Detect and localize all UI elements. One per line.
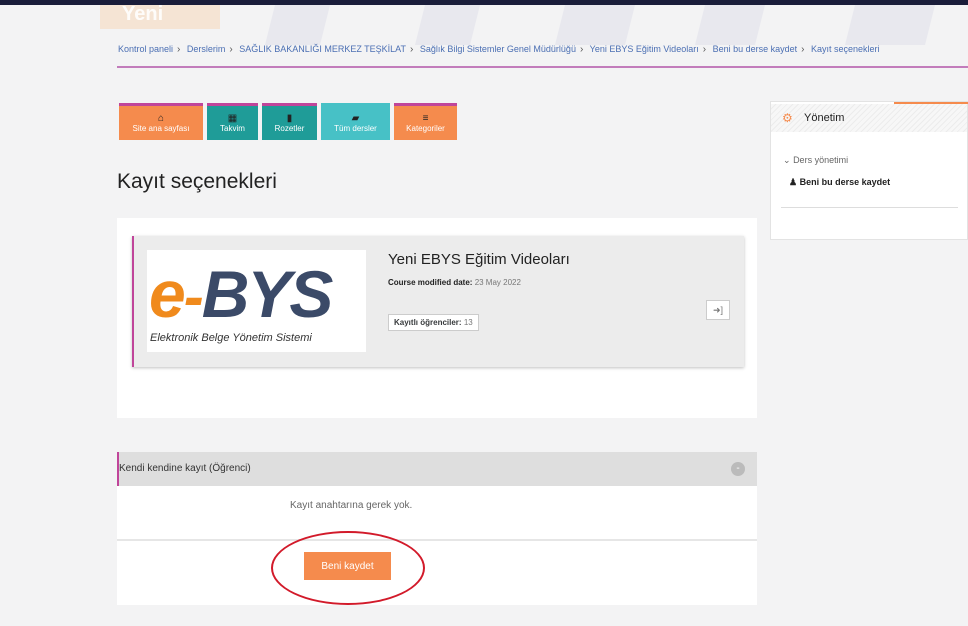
breadcrumb-separator-icon: › bbox=[410, 44, 414, 55]
breadcrumb-item[interactable]: Derslerim bbox=[187, 44, 226, 54]
breadcrumb: Kontrol paneli › Derslerim › SAĞLIK BAKANL… bbox=[118, 44, 880, 55]
breadcrumb-separator-icon: › bbox=[702, 44, 707, 55]
hero-decoration bbox=[695, 5, 765, 45]
home-icon: ⌂ bbox=[157, 113, 165, 124]
course-name-link[interactable]: Yeni EBYS Eğitim Videoları bbox=[388, 251, 570, 268]
list-icon: ≡ bbox=[422, 113, 429, 124]
self-enrolment-title: Kendi kendine kayıt (Öğrenci) bbox=[119, 463, 251, 474]
hero-text: Yeni bbox=[122, 5, 164, 25]
hero-decoration bbox=[845, 5, 935, 45]
quicklink-label: Tüm dersler bbox=[334, 124, 377, 133]
breadcrumb-item[interactable]: Kontrol paneli bbox=[118, 44, 173, 54]
enrol-me-link[interactable]: ♟ Beni bu derse kaydet bbox=[789, 177, 890, 188]
quicklink-label: Kategoriler bbox=[406, 124, 445, 133]
header-panel: ⌂ Site ana sayfası ▦ Takvim ▮ Rozetler ▰… bbox=[117, 100, 757, 218]
enrol-me-button[interactable]: Beni kaydet bbox=[304, 552, 391, 580]
breadcrumb-separator-icon: › bbox=[229, 44, 233, 55]
administration-title: Yönetim bbox=[804, 112, 845, 124]
breadcrumb-item[interactable]: Yeni EBYS Eğitim Videoları bbox=[590, 44, 699, 54]
book-icon: ▰ bbox=[351, 113, 360, 124]
course-card: e-BYS Elektronik Belge Yönetim Sistemi Y… bbox=[132, 236, 744, 367]
quicklink-label: Site ana sayfası bbox=[132, 124, 190, 133]
quicklink-label: Rozetler bbox=[274, 124, 305, 133]
self-enrolment-header[interactable]: Kendi kendine kayıt (Öğrenci) - bbox=[117, 452, 757, 486]
hero-banner: Yeni bbox=[100, 5, 220, 29]
course-modified-date: Course modified date: 23 May 2022 bbox=[388, 278, 521, 287]
quicklink-all-courses[interactable]: ▰ Tüm dersler bbox=[321, 103, 390, 140]
hero-decoration bbox=[265, 5, 330, 45]
course-logo: e-BYS Elektronik Belge Yönetim Sistemi bbox=[147, 250, 366, 352]
page-title: Kayıt seçenekleri bbox=[117, 170, 277, 193]
breadcrumb-item[interactable]: Sağlık Bilgi Sistemler Genel Müdürlüğü bbox=[420, 44, 576, 54]
course-administration-node[interactable]: ⌄ Ders yönetimi bbox=[783, 155, 848, 166]
no-key-message: Kayıt anahtarına gerek yok. bbox=[290, 500, 413, 511]
user-icon: ♟ bbox=[789, 177, 798, 187]
logo-wordmark: e-BYS bbox=[149, 257, 333, 331]
chevron-down-icon: ⌄ bbox=[783, 155, 791, 165]
breadcrumb-separator-icon: › bbox=[579, 44, 584, 55]
administration-block: ⚙ Yönetim ⌄ Ders yönetimi ♟ Beni bu ders… bbox=[770, 101, 968, 240]
collapse-icon[interactable]: - bbox=[731, 462, 745, 476]
hero-decoration bbox=[415, 5, 480, 45]
breadcrumb-separator-icon: › bbox=[801, 44, 805, 55]
hero-decoration bbox=[555, 5, 635, 45]
administration-header: ⚙ Yönetim bbox=[771, 104, 967, 132]
breadcrumb-separator-icon: › bbox=[177, 44, 181, 55]
self-enrolment-section: Kendi kendine kayıt (Öğrenci) - Kayıt an… bbox=[117, 452, 757, 605]
course-summary-box: e-BYS Elektronik Belge Yönetim Sistemi Y… bbox=[117, 218, 757, 418]
block-divider bbox=[781, 207, 958, 208]
calendar-icon: ▦ bbox=[227, 113, 238, 124]
quicklink-label: Takvim bbox=[220, 124, 245, 133]
breadcrumb-current: Kayıt seçenekleri bbox=[811, 44, 880, 54]
quicklinks-bar: ⌂ Site ana sayfası ▦ Takvim ▮ Rozetler ▰… bbox=[119, 103, 457, 140]
quicklink-categories[interactable]: ≡ Kategoriler bbox=[394, 103, 457, 140]
self-enrol-icon[interactable]: ➜] bbox=[706, 300, 730, 320]
quicklink-site-home[interactable]: ⌂ Site ana sayfası bbox=[119, 103, 203, 140]
quicklink-calendar[interactable]: ▦ Takvim bbox=[207, 103, 258, 140]
enrolled-students-badge: Kayıtlı öğrenciler: 13 bbox=[388, 314, 479, 331]
section-divider bbox=[117, 539, 757, 541]
bookmark-icon: ▮ bbox=[286, 113, 293, 124]
breadcrumb-divider bbox=[117, 66, 968, 68]
main-region: ⌂ Site ana sayfası ▦ Takvim ▮ Rozetler ▰… bbox=[117, 100, 758, 605]
breadcrumb-item[interactable]: SAĞLIK BAKANLIĞI MERKEZ TEŞKİLAT bbox=[239, 44, 406, 54]
breadcrumb-item[interactable]: Beni bu derse kaydet bbox=[713, 44, 798, 54]
quicklink-badges[interactable]: ▮ Rozetler bbox=[262, 103, 317, 140]
logo-subtitle: Elektronik Belge Yönetim Sistemi bbox=[150, 332, 312, 344]
gears-icon: ⚙ bbox=[782, 111, 793, 125]
